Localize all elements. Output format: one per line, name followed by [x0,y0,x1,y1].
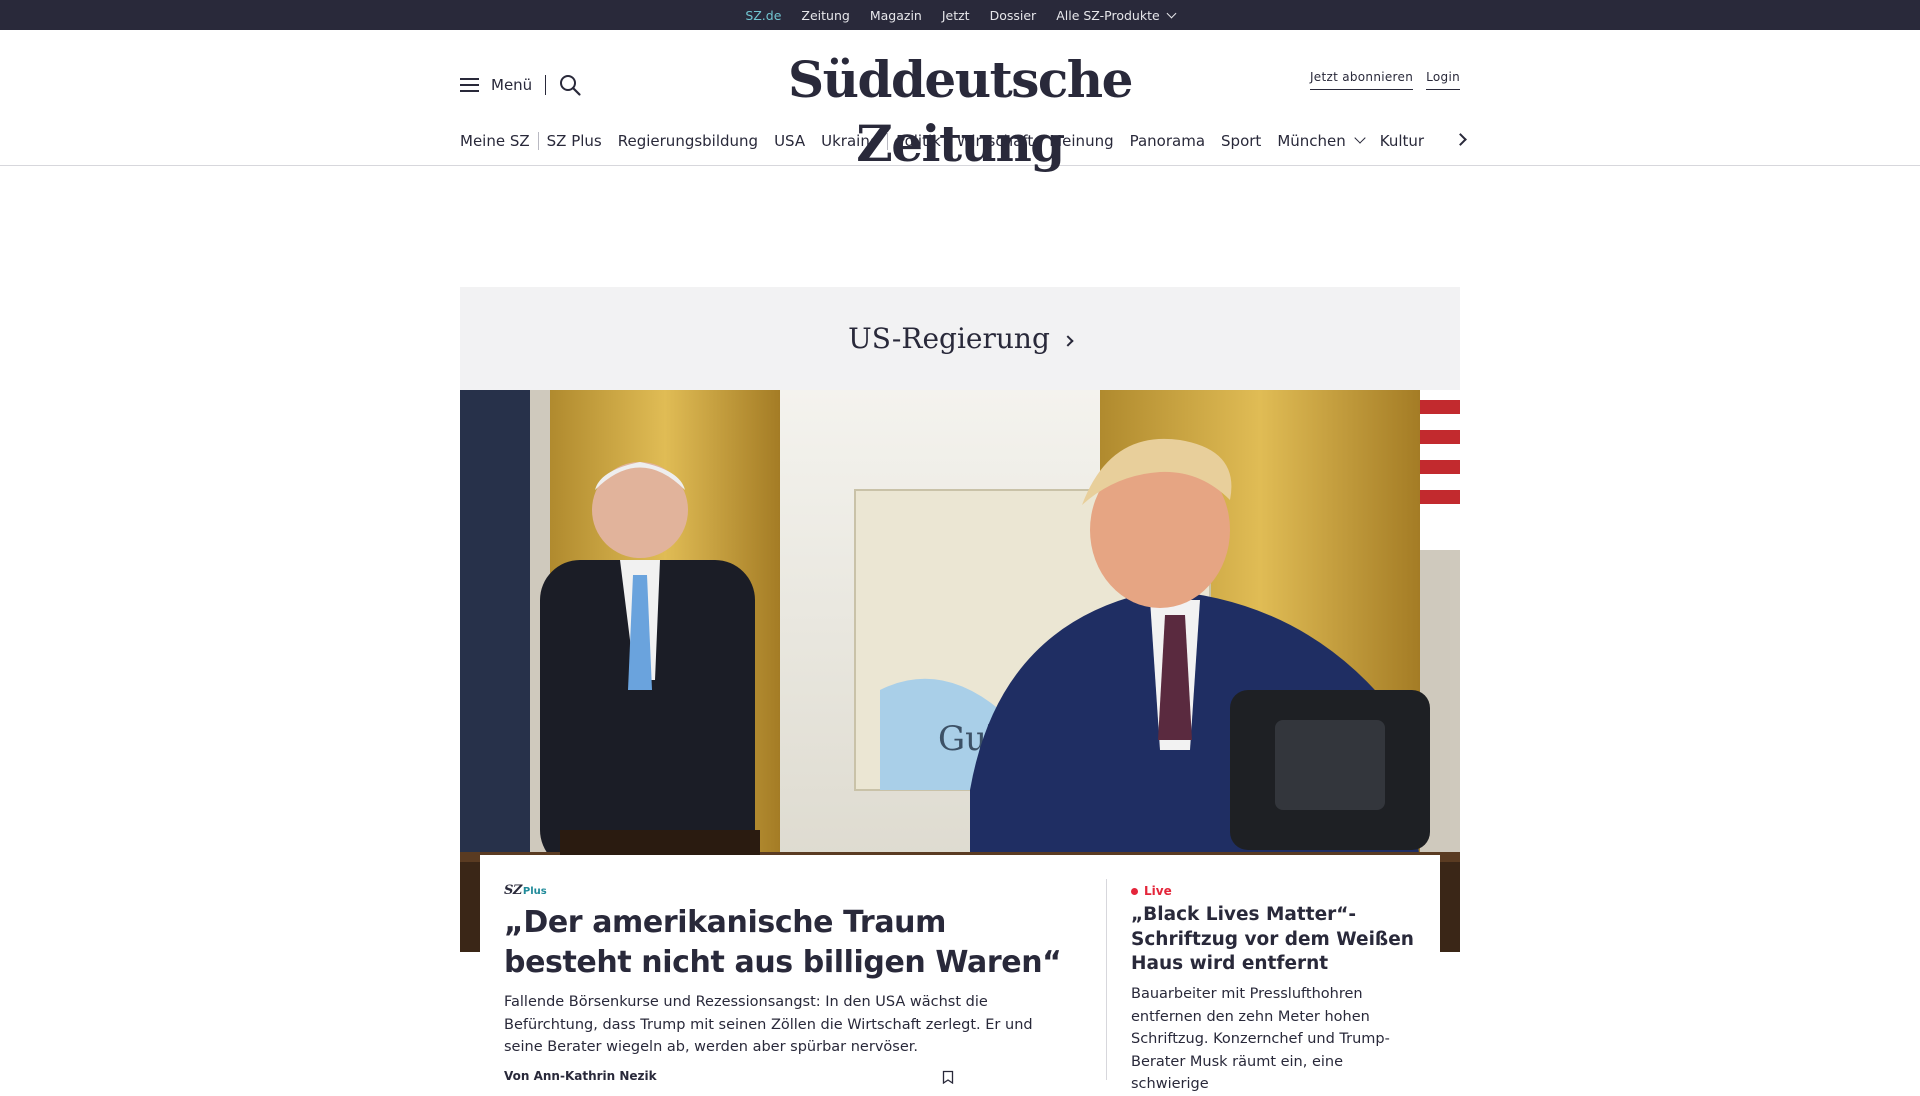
chevron-down-icon [1354,132,1366,144]
main-article[interactable]: SZ Plus „Der amerikanische Traum besteht… [504,855,1064,1084]
side-article[interactable]: Live „Black Lives Matter“-Schriftzug vor… [1131,855,1421,1092]
chevron-right-icon [1062,334,1074,347]
divider [545,75,547,95]
search-icon[interactable] [558,73,582,97]
topic-title-text: US-Regierung [848,322,1050,355]
nav-item-ukraine[interactable]: Ukraine [813,132,889,150]
nav-item-wirtschaft[interactable]: Wirtschaft [949,132,1041,150]
site-header: Menü Süddeutsche Zeitung Jetzt abonniere… [0,30,1920,173]
main-article-author: Von Ann-Kathrin Nezik [504,1069,657,1083]
live-label: Live [1144,884,1172,898]
sz-plus-badge-sz: SZ [504,883,522,898]
product-link-zeitung[interactable]: Zeitung [791,8,859,23]
live-dot-icon [1131,887,1138,895]
nav-item-kultur[interactable]: Kultur [1372,132,1432,150]
topic-title: US-Regierung [460,287,1460,390]
live-badge: Live [1131,883,1172,899]
ressort-navigation: Meine SZ SZ Plus Regierungsbildung USA U… [460,126,1467,156]
sz-plus-badge-plus: Plus [522,886,547,897]
side-article-headline[interactable]: „Black Lives Matter“-Schriftzug vor dem … [1131,903,1421,977]
nav-item-usa[interactable]: USA [766,132,813,150]
side-article-teaser: Bauarbeiter mit Presslufthohren entferne… [1131,986,1390,1092]
product-links: SZ.de Zeitung Magazin Jetzt Dossier Alle… [0,0,1920,31]
chevron-down-icon [1166,8,1177,18]
nav-item-sport[interactable]: Sport [1213,132,1269,150]
topic-header[interactable]: US-Regierung [460,287,1460,390]
header-actions: Jetzt abonnieren Login [1300,70,1460,90]
main-article-headline[interactable]: „Der amerikanische Traum besteht nicht a… [504,903,1064,983]
product-bar: SZ.de Zeitung Magazin Jetzt Dossier Alle… [0,0,1920,31]
nav-item-panorama[interactable]: Panorama [1122,132,1213,150]
login-link[interactable]: Login [1426,70,1460,90]
sz-plus-badge: SZ Plus [504,883,547,899]
nav-item-muenchen[interactable]: München [1269,132,1371,150]
product-link-jetzt[interactable]: Jetzt [932,8,980,23]
bookmark-icon[interactable] [942,1070,954,1084]
nav-item-muenchen-label: München [1277,132,1346,150]
nav-item-sz-plus[interactable]: SZ Plus [539,132,610,150]
nav-item-meine-sz[interactable]: Meine SZ [460,132,539,150]
article-divider [1106,879,1107,1080]
product-link-magazin[interactable]: Magazin [860,8,932,23]
main-article-teaser: Fallende Börsenkurse und Rezessionsangst… [504,994,1033,1055]
chevron-right-icon[interactable] [1454,133,1467,146]
nav-item-meinung[interactable]: Meinung [1041,132,1121,150]
nav-item-politik[interactable]: Politik [888,132,949,150]
menu-area: Menü [460,72,582,98]
subscribe-link[interactable]: Jetzt abonnieren [1309,70,1414,90]
hamburger-icon[interactable] [460,78,479,92]
nav-item-regierungsbildung[interactable]: Regierungsbildung [610,132,766,150]
product-link-all-products[interactable]: Alle SZ-Produkte [1046,8,1184,23]
product-link-dossier[interactable]: Dossier [980,8,1047,23]
site-logo[interactable]: Süddeutsche Zeitung [700,48,1220,173]
menu-button[interactable]: Menü [491,76,532,94]
product-link-all-products-label: Alle SZ-Produkte [1056,7,1160,23]
article-card: SZ Plus „Der amerikanische Traum besteht… [480,855,1440,1092]
product-link-szde[interactable]: SZ.de [735,8,791,31]
